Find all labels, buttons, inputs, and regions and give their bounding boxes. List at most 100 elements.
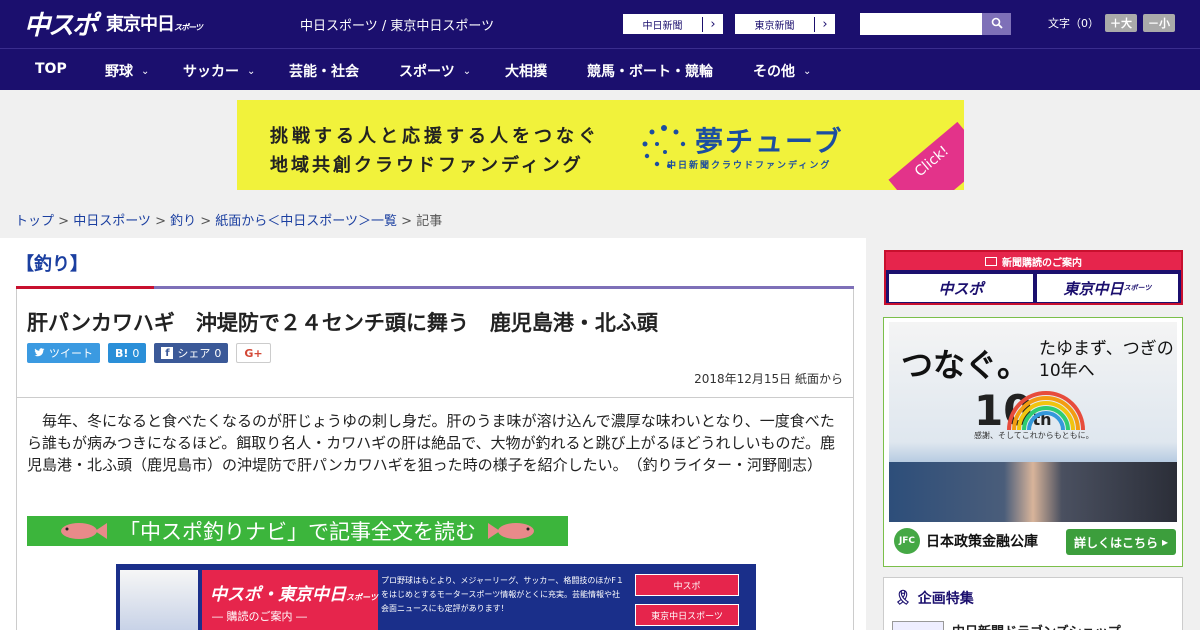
article-divider: [17, 397, 853, 398]
jfc-company: JFC 日本政策金融公庫: [894, 528, 1038, 554]
tweet-button[interactable]: ツイート: [27, 343, 100, 363]
jfc-more-label: 詳しくはこちら: [1073, 535, 1158, 550]
font-size-label: 文字（0）: [1048, 17, 1099, 30]
fish-icon: [488, 523, 534, 539]
ad-copy-main: つなぐ。: [901, 346, 1030, 384]
newspaper-icon: [985, 256, 997, 266]
nav-item-entertainment[interactable]: 芸能・社会: [289, 61, 359, 81]
paper-button-label: 中日新聞: [623, 16, 703, 32]
crowdfunding-banner[interactable]: 挑戦する人と応援する人をつなぐ 地域共創クラウドファンディング 夢チューブ 中日…: [237, 100, 964, 190]
nav-item-label: 野球: [105, 64, 133, 80]
banner-line-1: 挑戦する人と応援する人をつなぐ: [270, 126, 600, 147]
logo-chuspo: 中スポ: [24, 10, 98, 41]
font-bigger-button[interactable]: ＋大: [1105, 14, 1137, 32]
site-logo[interactable]: 中スポ 東京中日スポーツ: [24, 6, 203, 41]
google-plus-button[interactable]: G+: [236, 343, 271, 363]
jfc-more-button[interactable]: 詳しくはこちら ▸: [1066, 529, 1176, 555]
fishing-navi-label: 「中スポ釣りナビ」で記事全文を読む: [119, 520, 476, 544]
breadcrumb-separator: >: [397, 214, 417, 229]
font-smaller-button[interactable]: －小: [1143, 14, 1175, 32]
category-label: 【釣り】: [16, 254, 88, 275]
nav-item-sumo[interactable]: 大相撲: [505, 61, 547, 81]
subscribe-tokyo-chunichi-link[interactable]: 東京中日 スポーツ: [1037, 274, 1178, 302]
nav-item-label: 芸能・社会: [289, 64, 359, 80]
search-button[interactable]: [982, 13, 1011, 35]
subscribe-chuspo-button[interactable]: 中スポ: [635, 574, 739, 596]
newspaper-thumbnail: [120, 570, 198, 630]
fishing-navi-link[interactable]: 「中スポ釣りナビ」で記事全文を読む: [27, 516, 568, 546]
facebook-share-button[interactable]: f シェア 0: [154, 343, 229, 363]
jfc-logo-icon: JFC: [894, 528, 920, 554]
search-form: [860, 13, 1011, 35]
main-nav: TOP 野球 ⌄ サッカー ⌄ 芸能・社会 スポーツ ⌄ 大相撲 競馬・ボート・競輪 …: [0, 48, 1200, 90]
subscription-guide: 新聞購読のご案内 中スポ 東京中日 スポーツ: [884, 250, 1183, 305]
jfc-ad-image: つなぐ。 たゆまず、つぎの10年へ 10th 感謝、そしてこれからもともに。: [889, 322, 1177, 522]
paper-button-label: 東京新聞: [735, 16, 815, 32]
search-input[interactable]: [860, 13, 982, 35]
feature-box: 🎗 企画特集 中日新聞ドラゴンズショップ: [883, 577, 1183, 630]
breadcrumb-fishing[interactable]: 釣り: [170, 214, 196, 229]
feature-item-label: 中日新聞ドラゴンズショップ: [952, 621, 1121, 630]
ribbon-icon: 🎗: [894, 590, 912, 606]
subscription-banner-text: プロ野球はもとより、メジャーリーグ、サッカー、格闘技のほかF１をはじめとするモー…: [381, 576, 624, 613]
twitter-icon: [34, 348, 45, 357]
breadcrumb-list[interactable]: 紙面から＜中日スポーツ＞一覧: [215, 214, 397, 229]
breadcrumb-separator: >: [196, 214, 216, 229]
breadcrumb-chunichi-sports[interactable]: 中日スポーツ: [73, 214, 151, 229]
feature-item[interactable]: 中日新聞ドラゴンズショップ: [892, 621, 1121, 630]
nav-item-baseball[interactable]: 野球 ⌄: [105, 61, 149, 81]
chevron-down-icon: ⌄: [803, 65, 812, 77]
site-header: 中スポ 東京中日スポーツ 中日スポーツ / 東京中日スポーツ 中日新聞 › 東京…: [0, 0, 1200, 48]
arrow-right-icon: ▸: [1161, 535, 1169, 549]
article-date: 2018年12月15日 紙面から: [694, 372, 843, 386]
main-content: 【釣り】 肝パンカワハギ 沖堤防で２４センチ頭に舞う 鹿児島港・北ふ頭 ツイート…: [0, 238, 866, 630]
share-buttons: ツイート B! 0 f シェア 0 G+: [27, 343, 271, 363]
nav-item-label: 競馬・ボート・競輪: [587, 64, 713, 80]
hatena-bookmark-button[interactable]: B! 0: [108, 343, 147, 363]
breadcrumb: トップ > 中日スポーツ > 釣り > 紙面から＜中日スポーツ＞一覧 > 記事: [15, 210, 442, 229]
nav-item-soccer[interactable]: サッカー ⌄: [183, 61, 255, 81]
chevron-down-icon: ⌄: [247, 65, 256, 77]
subscription-guide-heading: 新聞購読のご案内: [886, 252, 1181, 270]
banner-line-2: 地域共創クラウドファンディング: [270, 155, 584, 176]
chunichi-shimbun-button[interactable]: 中日新聞 ›: [622, 13, 724, 35]
tokyo-shimbun-button[interactable]: 東京新聞 ›: [734, 13, 836, 35]
chevron-down-icon: ⌄: [462, 65, 472, 77]
banner-brand-sub: 中日新聞クラウドファンディング: [667, 161, 832, 171]
handshake-image: [889, 462, 1177, 522]
article-title: 肝パンカワハギ 沖堤防で２４センチ頭に舞う 鹿児島港・北ふ頭: [27, 311, 658, 335]
facebook-count: 0: [214, 346, 222, 360]
subscription-banner[interactable]: 中スポ・東京中日スポーツ ― 購読のご案内 ― プロ野球はもとより、メジャーリー…: [116, 564, 756, 630]
subscribe-chuspo-link[interactable]: 中スポ: [889, 274, 1033, 302]
chevron-down-icon: ⌄: [141, 65, 150, 77]
jfc-ad[interactable]: つなぐ。 たゆまず、つぎの10年へ 10th 感謝、そしてこれからもともに。 J…: [883, 317, 1183, 567]
nav-item-sports[interactable]: スポーツ ⌄: [399, 61, 471, 81]
subscription-banner-title-box: 中スポ・東京中日スポーツ ― 購読のご案内 ―: [202, 570, 378, 630]
nav-item-label: 大相撲: [505, 64, 547, 80]
tweet-label: ツイート: [49, 347, 93, 360]
banner-click-label: Click!: [888, 121, 964, 190]
ad-tagline: 感謝、そしてこれからもともに。: [974, 431, 1094, 440]
chevron-right-icon: ›: [710, 16, 716, 32]
site-name[interactable]: 中日スポーツ / 東京中日スポーツ: [300, 15, 494, 34]
nav-item-label: サッカー: [183, 64, 239, 80]
breadcrumb-separator: >: [150, 214, 171, 229]
facebook-share-label: シェア: [177, 347, 211, 360]
subscribe-tokyo-chunichi-button[interactable]: 東京中日スポーツ: [635, 604, 739, 626]
nav-item-top[interactable]: TOP: [35, 61, 67, 77]
logo-tokyo-chunichi: 東京中日スポーツ: [106, 14, 203, 35]
article: 肝パンカワハギ 沖堤防で２４センチ頭に舞う 鹿児島港・北ふ頭 ツイート B! 0…: [16, 289, 854, 630]
font-size-control: 文字（0） ＋大 －小: [1048, 14, 1175, 32]
breadcrumb-top[interactable]: トップ: [15, 214, 54, 229]
article-body: 毎年、冬になると食べたくなるのが肝じょうゆの刺し身だ。肝のうま味が溶け込んで濃厚…: [27, 412, 836, 474]
nav-item-label: スポーツ: [399, 64, 455, 80]
chevron-right-icon: ›: [822, 16, 828, 32]
hatena-count: 0: [132, 346, 140, 360]
facebook-icon: f: [161, 347, 174, 359]
nav-item-keiba[interactable]: 競馬・ボート・競輪: [587, 61, 713, 81]
breadcrumb-current: 記事: [416, 214, 443, 229]
ad-copy-right: たゆまず、つぎの10年へ: [1039, 339, 1174, 381]
google-plus-icon: G+: [244, 346, 263, 360]
hatena-icon: B!: [115, 346, 129, 360]
nav-item-other[interactable]: その他 ⌄: [753, 61, 811, 81]
